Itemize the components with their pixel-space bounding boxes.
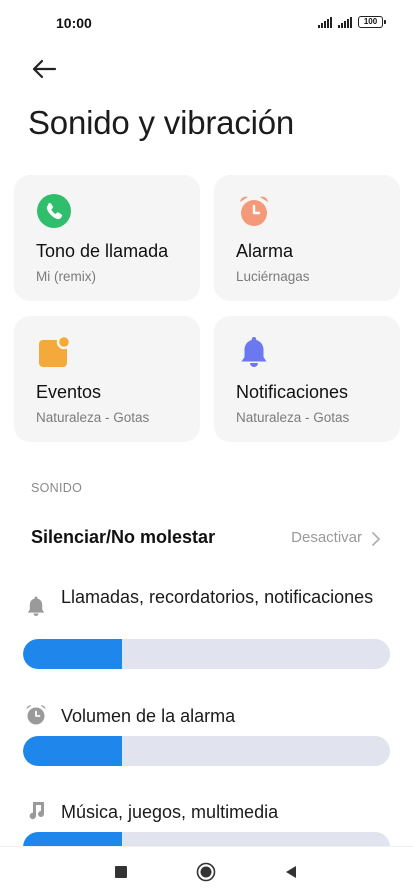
signal-icon [338, 16, 352, 28]
volume-slider-fill [23, 736, 123, 766]
card-alarm[interactable]: Alarma Luciérnagas [214, 175, 400, 301]
status-time: 10:00 [56, 15, 92, 31]
card-title: Alarma [236, 241, 294, 261]
back-nav-button[interactable] [280, 861, 302, 883]
music-note-icon [29, 802, 44, 820]
status-icons: 100 [318, 16, 386, 28]
page-title: Sonido y vibración [28, 104, 295, 141]
home-circle-icon [196, 862, 216, 882]
alarm-clock-icon [26, 705, 46, 725]
volume-slider-alarm[interactable] [23, 736, 390, 766]
dnd-label: Silenciar/No molestar [31, 527, 216, 547]
phone-icon [37, 194, 71, 228]
navigation-bar [0, 846, 413, 896]
card-notifications[interactable]: Notificaciones Naturaleza - Gotas [214, 316, 400, 442]
back-triangle-icon [286, 866, 296, 878]
dnd-row[interactable]: Silenciar/No molestar Desactivar [0, 510, 413, 566]
status-bar: 10:00 100 [0, 0, 413, 48]
bell-icon [241, 337, 267, 367]
recents-square-icon [115, 866, 127, 878]
back-button[interactable] [28, 54, 60, 84]
volume-slider-fill [23, 639, 123, 669]
card-title: Eventos [36, 382, 102, 402]
arrow-left-icon [32, 59, 57, 79]
calendar-event-icon [39, 334, 72, 367]
card-ringtone[interactable]: Tono de llamada Mi (remix) [14, 175, 200, 301]
card-title: Notificaciones [236, 382, 349, 402]
signal-icon [318, 16, 332, 28]
section-header-sound: SONIDO [31, 481, 83, 495]
bell-icon [27, 596, 45, 616]
dnd-value: Desactivar [291, 529, 362, 546]
card-subtitle: Mi (remix) [36, 269, 96, 284]
volume-label-alarm: Volumen de la alarma [61, 706, 236, 726]
recents-button[interactable] [110, 861, 132, 883]
card-title: Tono de llamada [36, 241, 169, 261]
card-subtitle: Naturaleza - Gotas [36, 410, 150, 425]
battery-level: 100 [363, 17, 378, 26]
alarm-clock-icon [240, 196, 268, 226]
volume-label-media: Música, juegos, multimedia [61, 802, 279, 822]
battery-icon: 100 [358, 16, 386, 28]
chevron-right-icon [372, 532, 380, 546]
home-button[interactable] [195, 861, 217, 883]
card-subtitle: Luciérnagas [236, 269, 310, 284]
card-events[interactable]: Eventos Naturaleza - Gotas [14, 316, 200, 442]
card-subtitle: Naturaleza - Gotas [236, 410, 350, 425]
volume-slider-ring[interactable] [23, 639, 390, 669]
volume-label-ring: Llamadas, recordatorios, notificaciones [61, 587, 374, 607]
